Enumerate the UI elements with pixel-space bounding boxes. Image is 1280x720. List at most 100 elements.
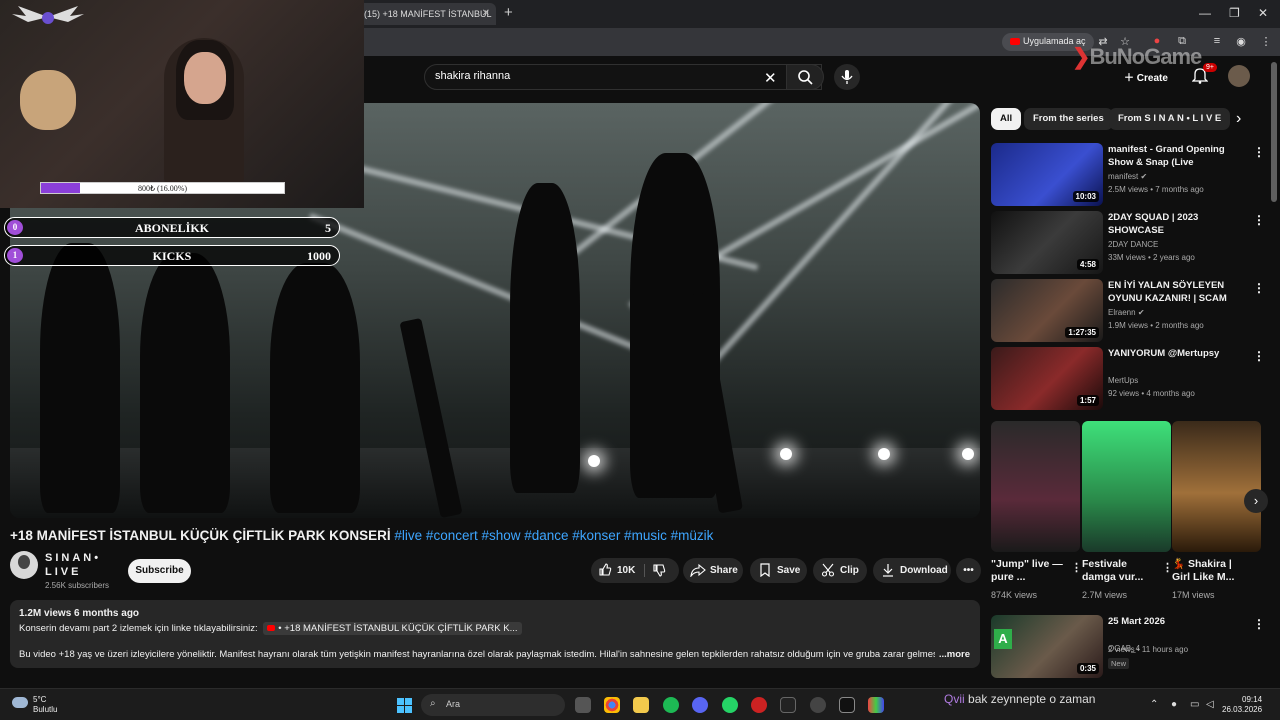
chip-from-series[interactable]: From the series (1024, 108, 1113, 130)
download-label: Download (900, 565, 948, 576)
chip-all[interactable]: All (991, 108, 1022, 130)
obs-icon[interactable] (810, 697, 826, 713)
weather-widget[interactable]: 5°C Bulutlu (33, 695, 57, 715)
video-thumbnail[interactable]: 4:58 (991, 211, 1103, 274)
short-thumbnail[interactable] (991, 421, 1080, 552)
video-thumbnail[interactable]: 10:03 (991, 143, 1103, 206)
clip-button[interactable]: Clip (813, 558, 867, 583)
file-explorer-icon[interactable] (633, 697, 649, 713)
search-icon (798, 70, 813, 85)
recommendation-channel[interactable]: 2DAY DANCE (1108, 240, 1158, 249)
recommendation-title[interactable]: manifest - Grand Opening Show & Snap (Li… (1108, 144, 1248, 170)
description-box[interactable]: 1.2M views 6 months ago Konserin devamı … (10, 600, 980, 668)
verified-icon: ✔ (1137, 308, 1145, 317)
show-more-button[interactable]: ...more (934, 649, 970, 660)
whatsapp-icon[interactable] (722, 697, 738, 713)
volume-icon[interactable]: ◁ (1206, 699, 1218, 711)
recommendation-item[interactable]: 10:03 manifest - Grand Opening Show & Sn… (991, 143, 1267, 207)
app-icon[interactable] (751, 697, 767, 713)
like-count[interactable]: 10K (617, 558, 635, 583)
notification-count-badge: 9+ (1203, 63, 1217, 72)
mic-icon[interactable]: ● (1171, 699, 1183, 711)
thumbs-up-icon[interactable] (598, 563, 612, 577)
channel-name[interactable]: SINAN• LIVE (45, 551, 115, 579)
task-view-icon[interactable] (575, 697, 591, 713)
close-window-icon[interactable]: ✕ (1258, 6, 1268, 20)
account-avatar[interactable] (1228, 65, 1250, 87)
taskbar-search[interactable]: ⌕ Ara (421, 694, 565, 716)
create-button[interactable]: ＋ Create (1124, 69, 1168, 84)
recommendation-item[interactable]: 1:27:35 EN İYİ YALAN SÖYLEYEN OYUNU KAZA… (991, 279, 1267, 343)
donation-goal-bar: 800₺ (16.00%) (40, 182, 285, 194)
teddy-bear (20, 70, 76, 130)
description-link-chip[interactable]: • +18 MANİFEST İSTANBUL KÜÇÜK ÇİFTLİK PA… (263, 622, 522, 635)
recommendation-channel[interactable]: Elraenn ✔ (1108, 308, 1145, 317)
display-icon[interactable]: ▭ (1190, 699, 1202, 711)
profile-icon[interactable]: ◉ (1234, 35, 1248, 49)
share-button[interactable]: Share (683, 558, 743, 583)
video-thumbnail[interactable]: A 0:35 (991, 615, 1103, 678)
search-input[interactable]: shakira rihanna (424, 64, 822, 90)
recommendation-title[interactable]: 2DAY SQUAD | 2023 SHOWCASE (1108, 212, 1248, 237)
more-actions-button[interactable]: ••• (956, 558, 981, 583)
recommendation-channel[interactable]: manifest ✔ (1108, 172, 1147, 181)
more-vertical-icon[interactable]: ⋮ (1253, 213, 1265, 227)
subscribe-button[interactable]: Subscribe (128, 559, 191, 583)
more-vertical-icon[interactable]: ⋮ (1253, 281, 1265, 295)
app-icon[interactable] (839, 697, 855, 713)
system-clock[interactable]: 09:14 26.03.2026 (1222, 695, 1262, 715)
more-vertical-icon[interactable]: ⋮ (1253, 617, 1265, 631)
recommendation-item[interactable]: A 0:35 25 Mart 2026 OGAB_4 2 views • 11 … (991, 615, 1267, 679)
recommendation-channel[interactable]: MertUps (1108, 376, 1138, 385)
minimize-icon[interactable]: — (1199, 6, 1211, 20)
browser-menu-icon[interactable]: ⋮ (1259, 35, 1273, 49)
channel-label: Elraenn (1108, 308, 1136, 317)
thumbs-down-icon[interactable] (652, 563, 666, 577)
video-hashtags[interactable]: #live #concert #show #dance #konser #mus… (394, 528, 713, 543)
recommendation-item[interactable]: 4:58 2DAY SQUAD | 2023 SHOWCASE 2DAY DAN… (991, 211, 1267, 275)
taskbar-search-label: Ara (446, 699, 461, 709)
duration-badge: 10:03 (1072, 191, 1099, 202)
recommendation-title[interactable]: YANIYORUM @Mertupsy (1108, 348, 1248, 361)
chevron-up-icon[interactable]: ⌃ (1150, 699, 1162, 711)
goal-row-kicks: 1 KICKS 1000 (4, 245, 340, 266)
shorts-next-button[interactable]: › (1244, 489, 1268, 513)
more-vertical-icon[interactable]: ⋮ (1253, 145, 1265, 159)
app-icon[interactable] (868, 697, 884, 713)
short-title[interactable]: "Jump" live — pure ... (991, 558, 1065, 584)
short-thumbnail[interactable] (1082, 421, 1171, 552)
short-title[interactable]: Festivale damga vur... (1082, 558, 1156, 584)
voice-search-button[interactable] (834, 64, 860, 90)
recommendation-meta: 1.9M views • 2 months ago (1108, 321, 1204, 330)
maximize-icon[interactable]: ❐ (1229, 6, 1240, 20)
channel-logo-icon: A (994, 629, 1012, 649)
chrome-icon[interactable] (604, 697, 620, 713)
download-button[interactable]: Download (873, 558, 951, 583)
new-tab-icon[interactable]: + (504, 4, 513, 21)
page-scrollbar[interactable] (1271, 62, 1277, 202)
windows-start-icon[interactable] (397, 698, 412, 713)
video-thumbnail[interactable]: 1:27:35 (991, 279, 1103, 342)
short-thumbnail[interactable] (1172, 421, 1261, 552)
chip-from-channel[interactable]: From S I N A N • L I V E (1109, 108, 1231, 130)
recommendation-title[interactable]: 25 Mart 2026 (1108, 616, 1248, 629)
spotify-icon[interactable] (663, 697, 679, 713)
capcut-icon[interactable] (780, 697, 796, 713)
clear-search-icon[interactable]: ✕ (764, 69, 777, 87)
recommendation-title[interactable]: EN İYİ YALAN SÖYLEYEN OYUNU KAZANIR! | S… (1108, 280, 1248, 306)
short-title[interactable]: 💃 Shakira | Girl Like M... (1172, 558, 1246, 584)
more-vertical-icon[interactable]: ⋮ (1071, 561, 1082, 574)
chevron-right-icon[interactable]: › (1236, 110, 1241, 128)
media-control-icon[interactable]: ≡ (1210, 35, 1224, 49)
save-button[interactable]: Save (750, 558, 807, 583)
search-button[interactable] (786, 64, 824, 90)
discord-icon[interactable] (692, 697, 708, 713)
close-tab-icon[interactable]: ✕ (482, 8, 490, 19)
stream-chat-ticker: Qvii bak zeynnepte o zaman (944, 692, 1095, 706)
video-thumbnail[interactable]: 1:57 (991, 347, 1103, 410)
youtube-icon (1010, 38, 1020, 45)
recommendation-item[interactable]: 1:57 YANIYORUM @Mertupsy MertUps 92 view… (991, 347, 1267, 411)
more-vertical-icon[interactable]: ⋮ (1253, 349, 1265, 363)
channel-avatar[interactable] (10, 551, 38, 579)
browser-tab[interactable]: (15) +18 MANİFEST İSTANBUL ✕ (356, 3, 496, 25)
